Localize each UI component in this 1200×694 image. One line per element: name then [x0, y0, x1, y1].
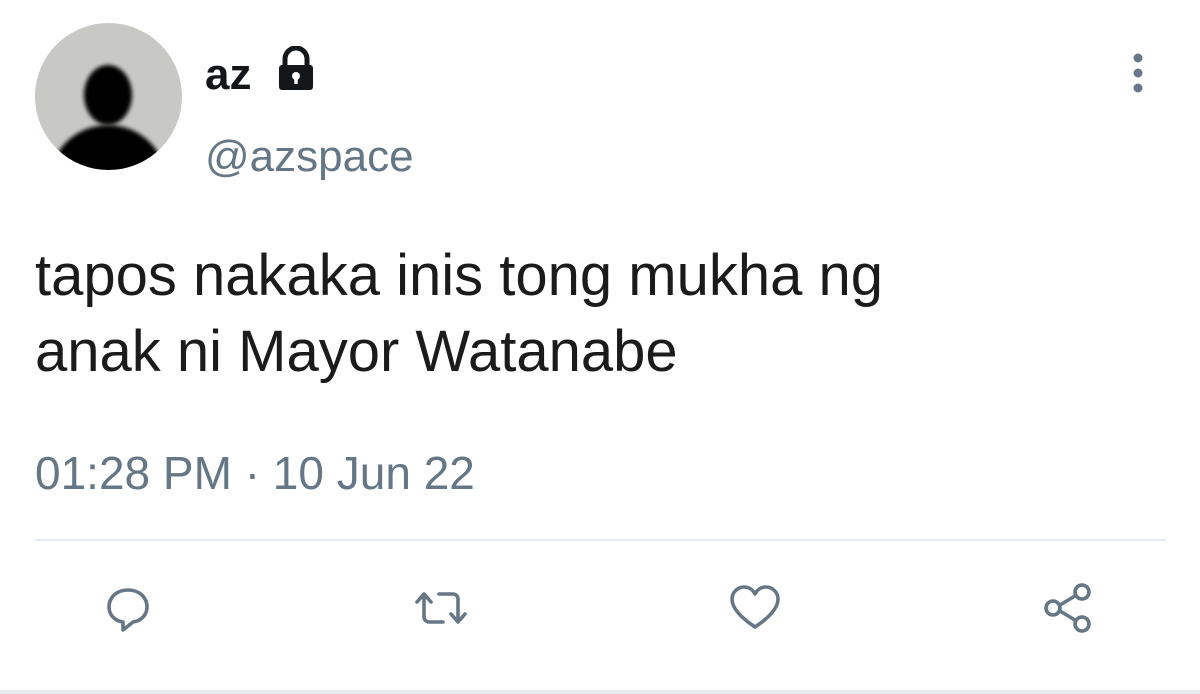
share-button[interactable] [1038, 578, 1098, 638]
retweet-icon [413, 582, 469, 634]
tweet-date: 10 Jun 22 [272, 447, 475, 499]
display-name[interactable]: az [205, 50, 251, 100]
lock-icon [275, 45, 317, 92]
divider [35, 539, 1166, 541]
heart-icon [727, 582, 783, 634]
avatar[interactable] [35, 23, 182, 170]
tweet-text-line: tapos nakaka inis tong mukha ng [35, 243, 883, 308]
timestamp-separator: · [244, 447, 261, 499]
bottom-border [0, 690, 1200, 694]
tweet-text: tapos nakaka inis tong mukha ng anak ni … [35, 238, 1175, 390]
comment-icon [102, 582, 154, 634]
timestamp[interactable]: 01:28 PM · 10 Jun 22 [35, 445, 475, 501]
more-vertical-icon[interactable] [1122, 50, 1154, 96]
like-button[interactable] [725, 578, 785, 638]
reply-button[interactable] [98, 578, 158, 638]
tweet-text-line: anak ni Mayor Watanabe [35, 319, 678, 384]
tweet-card: az @azspace tapos nakaka inis tong mukha… [0, 0, 1200, 694]
share-icon [1040, 580, 1096, 636]
retweet-button[interactable] [411, 578, 471, 638]
user-handle[interactable]: @azspace [205, 132, 414, 182]
tweet-time: 01:28 PM [35, 447, 232, 499]
